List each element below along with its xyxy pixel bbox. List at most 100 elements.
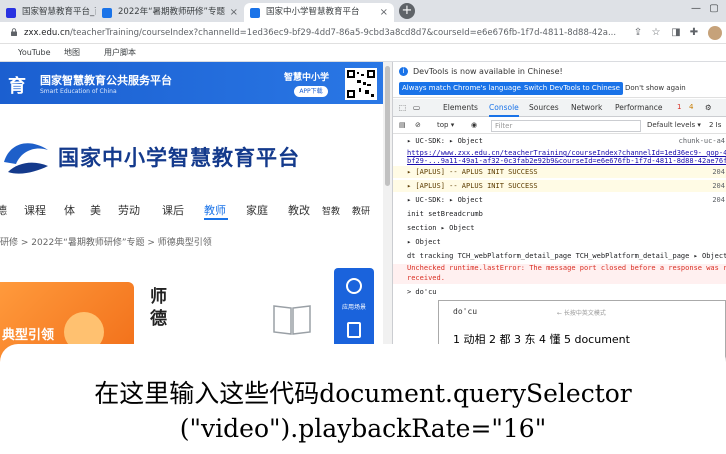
console-message[interactable]: ▸ Object xyxy=(393,236,726,248)
new-tab-button[interactable]: + xyxy=(399,3,415,19)
console-message[interactable]: ▸ UC-SDK: ▸ Object chunk-uc-a4 xyxy=(393,135,726,147)
console-source-link[interactable]: 204 xyxy=(712,166,725,178)
nav-item-research[interactable]: 教研 xyxy=(352,204,370,217)
tab-baidu-search[interactable]: 国家智慧教育平台_百度搜索 xyxy=(0,3,96,22)
settings-gear-icon[interactable]: ⚙ xyxy=(705,103,712,112)
console-message-text: dt tracking TCH_webPlatform_detail_page … xyxy=(407,252,726,260)
bookmark-maps[interactable]: 地图 xyxy=(52,47,80,59)
minimize-icon[interactable]: — xyxy=(690,3,702,15)
breadcrumb[interactable]: 研修 > 2022年“暑期教师研修”专题 > 师德典型引领 xyxy=(0,235,212,248)
console-message[interactable]: Unchecked runtime.lastError: The message… xyxy=(393,264,726,272)
nav-item-moral[interactable]: 德 xyxy=(0,202,7,218)
share-icon[interactable]: ⇪ xyxy=(632,27,644,39)
url-path: /teacherTraining/courseIndex?channelId=1… xyxy=(70,28,616,38)
browser-toolbar: zxx.edu.cn/teacherTraining/courseIndex?c… xyxy=(0,22,726,44)
console-message-text: > do'cu xyxy=(407,288,437,296)
match-language-button[interactable]: Always match Chrome's language xyxy=(399,82,524,95)
console-message-text: ▸ UC-SDK: ▸ Object xyxy=(407,137,483,145)
tab-smart-edu-platform[interactable]: 国家中小学智慧教育平台 × xyxy=(244,3,394,22)
notice-message: DevTools is now available in Chinese! xyxy=(413,67,563,76)
address-bar[interactable]: zxx.edu.cn/teacherTraining/courseIndex?c… xyxy=(24,26,616,40)
devtools-tabs: ⬚ ▭ Elements Console Sources Network Per… xyxy=(393,99,726,117)
eye-icon[interactable]: ◉ xyxy=(471,121,477,129)
console-message[interactable]: ▸ UC-SDK: ▸ Object 204 xyxy=(393,194,726,206)
profile-avatar[interactable] xyxy=(708,26,722,40)
nav-item-family[interactable]: 家庭 xyxy=(246,202,268,218)
nav-item-reform[interactable]: 教改 xyxy=(288,202,310,218)
issues-counter[interactable]: 2 Is xyxy=(709,121,721,129)
console-source-link[interactable]: chunk-uc-a4 xyxy=(679,135,725,147)
nav-item-labor[interactable]: 劳动 xyxy=(118,202,140,218)
maximize-icon[interactable]: ▢ xyxy=(708,3,720,15)
log-levels-dropdown[interactable]: Default levels ▾ xyxy=(647,121,701,129)
inspect-element-icon[interactable]: ⬚ xyxy=(399,103,406,112)
extension-icon[interactable]: ◨ xyxy=(670,27,682,39)
console-message[interactable]: ▸ [APLUS] -- APLUS INIT SUCCESS 204 xyxy=(393,166,726,178)
close-tab-icon[interactable]: × xyxy=(380,3,388,22)
ime-composition-text: do'cu xyxy=(453,307,478,316)
console-message-text: section ▸ Object xyxy=(407,224,475,232)
console-message[interactable]: ▸ [APLUS] -- APLUS INIT SUCCESS 204 xyxy=(393,180,726,192)
site-favicon-icon xyxy=(102,8,112,18)
bookmark-label: 地图 xyxy=(64,48,80,57)
console-message[interactable]: > do'cu xyxy=(393,286,726,298)
console-message[interactable]: dt tracking TCH_webPlatform_detail_page … xyxy=(393,250,726,262)
console-sidebar-icon[interactable]: ▤ xyxy=(399,121,406,129)
console-message[interactable]: section ▸ Object xyxy=(393,222,726,234)
context-selector[interactable]: top ▾ xyxy=(437,121,454,129)
course-title-line: 师 xyxy=(150,287,167,307)
dont-show-again-link[interactable]: Don't show again xyxy=(625,82,686,95)
bookmark-label: 用户脚本 xyxy=(104,48,136,57)
bookmark-youtube[interactable]: YouTube xyxy=(6,47,51,59)
console-message[interactable]: bf29-...9a11-49a1-af32-0c3fab2e92b9&cour… xyxy=(393,157,726,166)
device-toggle-icon[interactable]: ▭ xyxy=(413,103,420,112)
clear-console-icon[interactable]: ⊘ xyxy=(415,121,421,129)
devtools-language-notice: i DevTools is now available in Chinese! … xyxy=(393,62,726,98)
lock-icon[interactable] xyxy=(10,28,18,36)
banner-logo: 育 xyxy=(8,76,26,97)
puzzle-extensions-icon[interactable]: ✚ xyxy=(688,27,700,39)
tab-sources[interactable]: Sources xyxy=(529,103,559,112)
console-message[interactable]: https://www.zxx.edu.cn/teacherTraining/c… xyxy=(393,149,726,157)
nav-item-smart-teaching[interactable]: 智教 xyxy=(322,204,340,217)
app-scene-icon xyxy=(346,278,362,294)
console-source-link[interactable]: 204 xyxy=(712,194,725,206)
nav-item-sports[interactable]: 体 xyxy=(64,202,75,218)
bookmark-userscripts[interactable]: 用户脚本 xyxy=(92,47,136,59)
tab-summer-training[interactable]: 2022年“暑期教师研修”专题 × xyxy=(96,3,244,22)
nav-item-courses[interactable]: 课程 xyxy=(24,202,46,218)
console-message[interactable]: received. xyxy=(393,272,726,284)
bookmark-label: YouTube xyxy=(18,48,51,57)
youtube-icon xyxy=(6,49,14,57)
console-message-text: init setBreadcrumb xyxy=(407,210,483,218)
nav-item-teacher[interactable]: 教师 xyxy=(204,202,226,218)
tablet-icon xyxy=(347,322,361,338)
tab-performance[interactable]: Performance xyxy=(615,103,663,112)
warning-count-badge[interactable]: 4 xyxy=(689,103,693,111)
floating-app-menu[interactable]: 应用场景 xyxy=(334,268,374,352)
tab-strip: 国家智慧教育平台_百度搜索 2022年“暑期教师研修”专题 × 国家中小学智慧教… xyxy=(0,0,726,22)
bookmark-star-icon[interactable]: ☆ xyxy=(650,27,662,39)
site-title: 国家中小学智慧教育平台 xyxy=(58,146,300,170)
console-message-text: received. xyxy=(407,274,445,282)
tab-console[interactable]: Console xyxy=(489,103,519,112)
tab-network[interactable]: Network xyxy=(571,103,602,112)
banner-subtitle: Smart Education of China xyxy=(40,88,117,95)
close-tab-icon[interactable]: × xyxy=(230,3,238,22)
console-source-link[interactable]: 204 xyxy=(712,180,725,192)
banner-title[interactable]: 国家智慧教育公共服务平台 xyxy=(40,72,172,88)
course-title: 师 德 xyxy=(150,286,167,330)
nav-item-after-school[interactable]: 课后 xyxy=(162,202,184,218)
app-download-button[interactable]: APP下载 xyxy=(294,86,328,97)
switch-chinese-button[interactable]: Switch DevTools to Chinese xyxy=(521,82,623,95)
active-tab-indicator xyxy=(489,115,519,117)
console-message[interactable]: init setBreadcrumb xyxy=(393,208,726,220)
console-message-text: Unchecked runtime.lastError: The message… xyxy=(407,264,726,272)
tab-elements[interactable]: Elements xyxy=(443,103,478,112)
nav-item-arts[interactable]: 美 xyxy=(90,202,101,218)
baidu-favicon-icon xyxy=(6,8,16,18)
tab-title: 2022年“暑期教师研修”专题 xyxy=(118,7,225,17)
scrollbar-thumb[interactable] xyxy=(385,66,390,186)
console-filter-input[interactable]: Filter xyxy=(491,120,641,132)
error-count-badge[interactable]: 1 xyxy=(677,103,681,111)
